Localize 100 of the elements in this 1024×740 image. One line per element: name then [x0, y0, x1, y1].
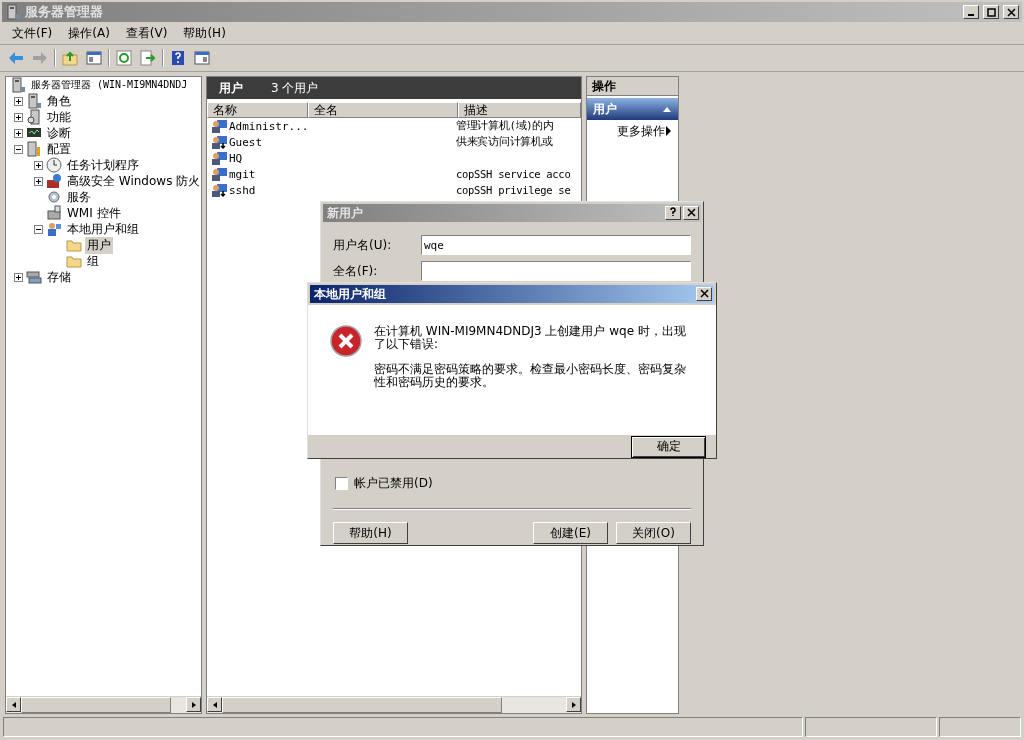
create-button[interactable]: 创建(E): [533, 522, 608, 544]
text-field[interactable]: wqe: [421, 235, 691, 255]
collapse-icon[interactable]: [14, 144, 23, 154]
tree-item[interactable]: 存储: [45, 268, 73, 286]
error-icon: [330, 325, 362, 357]
close-icon: [686, 208, 696, 217]
close-icon: [1006, 7, 1016, 17]
submenu-arrow-icon: [665, 125, 672, 137]
help-icon: [668, 207, 678, 217]
tree-item[interactable]: 配置: [45, 140, 73, 158]
ok-button[interactable]: 确定: [631, 435, 706, 458]
user-description: copSSH privilege se: [456, 184, 571, 196]
config-server-icon: [26, 141, 42, 157]
close-icon: [699, 289, 709, 298]
field-label: 用户名(U):: [333, 236, 393, 254]
menu-item[interactable]: 操作(A): [62, 23, 116, 43]
tree-item[interactable]: 功能: [45, 108, 73, 126]
menu-item[interactable]: 文件(F): [6, 23, 59, 43]
show-action-pane-button[interactable]: [192, 48, 212, 68]
refresh-icon: [116, 50, 132, 66]
user-name[interactable]: HQ: [229, 151, 243, 165]
horizontal-scrollbar[interactable]: [207, 696, 581, 713]
scroll-right-icon: [190, 700, 197, 709]
dialog-title: 新用户: [327, 204, 364, 222]
scroll-right-icon: [570, 700, 577, 709]
back-arrow-icon: [8, 50, 24, 66]
expand-icon[interactable]: [14, 96, 23, 106]
tree-item[interactable]: 服务: [65, 188, 93, 206]
folder-up-icon: [62, 50, 78, 66]
collapse-icon[interactable]: [34, 224, 43, 234]
error-detail: 密码不满足密码策略的要求。检查最小密码长度、密码复杂性和密码历史的要求。: [374, 363, 687, 389]
firewall-icon: [46, 173, 62, 189]
close-button[interactable]: 关闭(O): [616, 522, 691, 544]
tree-item[interactable]: 角色: [45, 92, 73, 110]
close-button[interactable]: [696, 287, 712, 301]
user-description: 供来宾访问计算机或: [456, 135, 553, 149]
column-header[interactable]: 名称: [207, 102, 308, 118]
user-description: copSSH service acco: [456, 168, 571, 180]
tree-item[interactable]: 诊断: [45, 124, 73, 142]
field-label: 全名(F):: [333, 262, 379, 280]
storage-icon: [26, 269, 42, 285]
help-button[interactable]: [665, 206, 681, 220]
export-icon: [140, 50, 156, 66]
user-name[interactable]: Administr...: [229, 119, 309, 133]
checkbox[interactable]: [335, 477, 348, 490]
users-icon: [46, 221, 62, 237]
close-button[interactable]: [683, 206, 699, 220]
clock-icon: [46, 157, 62, 173]
action-section[interactable]: 用户: [587, 98, 678, 120]
column-header[interactable]: 全名: [308, 102, 458, 118]
window-title: 服务器管理器: [25, 3, 104, 21]
maximize-icon: [986, 7, 996, 17]
expand-icon[interactable]: [34, 176, 43, 186]
features-server-icon: [26, 109, 42, 125]
gear-icon: [46, 189, 62, 205]
close-button[interactable]: [1003, 5, 1019, 19]
tree-item[interactable]: 任务计划程序: [65, 156, 141, 174]
user-description: 管理计算机(域)的内: [456, 119, 554, 133]
horizontal-scrollbar[interactable]: [6, 696, 201, 713]
maximize-button[interactable]: [983, 5, 999, 19]
roles-server-icon: [26, 93, 42, 109]
action-item[interactable]: 更多操作: [587, 120, 678, 142]
forward-arrow-icon: [32, 50, 48, 66]
show-tree-button[interactable]: [84, 48, 104, 68]
folder-icon: [66, 253, 82, 269]
scroll-left-icon: [10, 700, 17, 709]
help-icon: [170, 50, 186, 66]
export-button[interactable]: [138, 48, 158, 68]
expand-icon[interactable]: [34, 160, 43, 170]
user-count: 3 个用户: [271, 79, 319, 97]
user-name[interactable]: mgit: [229, 167, 256, 181]
collapse-caret-icon: [662, 105, 672, 113]
tree-item[interactable]: 本地用户和组: [65, 220, 141, 238]
help-button[interactable]: 帮助(H): [333, 522, 408, 544]
app-server-icon: [5, 4, 21, 20]
server-icon: [10, 77, 26, 93]
menu-item[interactable]: 帮助(H): [177, 23, 232, 43]
error-message: 在计算机 WIN-MI9MN4DNDJ3 上创建用户 wqe 时，出现了以下错误:: [374, 325, 687, 351]
list-title: 用户: [219, 79, 243, 97]
tree-item[interactable]: 服务器管理器 (WIN-MI9MN4DNDJ: [29, 78, 190, 92]
panel-icon: [86, 50, 102, 66]
minimize-button[interactable]: [963, 5, 979, 19]
text-field[interactable]: [421, 261, 691, 281]
folder-icon: [66, 237, 82, 253]
expand-icon[interactable]: [14, 112, 23, 122]
expand-icon[interactable]: [14, 128, 23, 138]
tree-item[interactable]: WMI 控件: [65, 204, 123, 222]
refresh-button[interactable]: [114, 48, 134, 68]
expand-icon[interactable]: [14, 272, 23, 282]
menu-item[interactable]: 查看(V): [119, 23, 174, 43]
tree-item[interactable]: 组: [85, 252, 101, 270]
column-header[interactable]: 描述: [458, 102, 581, 118]
dialog-title: 本地用户和组: [314, 285, 387, 303]
tree-item[interactable]: 高级安全 Windows 防火: [65, 172, 201, 190]
action-pane-title: 操作: [587, 77, 678, 96]
checkbox-label: 帐户已禁用(D): [354, 475, 433, 492]
computer-icon: [46, 205, 62, 221]
panel-icon: [194, 50, 210, 66]
tree-item[interactable]: 用户: [85, 236, 113, 254]
scroll-left-icon: [211, 700, 218, 709]
